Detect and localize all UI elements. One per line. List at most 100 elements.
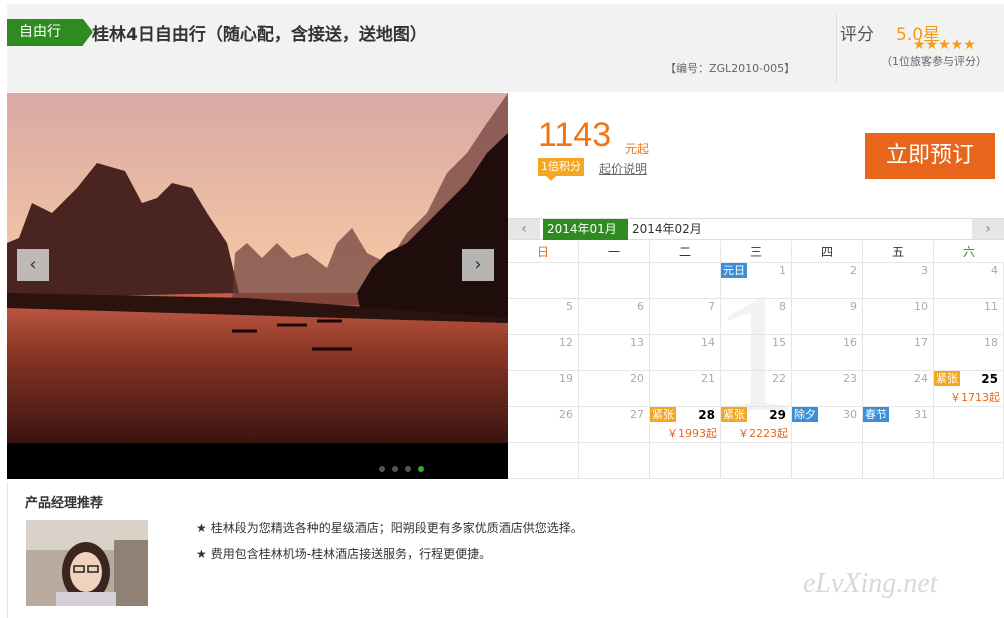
weekday-label: 四 bbox=[792, 241, 863, 263]
rating-box: 评分 5.0星 ★★★★★ （1位旅客参与评分） bbox=[836, 14, 1004, 84]
site-watermark: eLvXing.net bbox=[803, 568, 938, 599]
gallery-pagination bbox=[379, 457, 431, 476]
calendar-prev-button[interactable]: ‹ bbox=[508, 219, 540, 239]
calendar-day-empty bbox=[650, 263, 721, 299]
day-number: 7 bbox=[708, 300, 715, 313]
photo-gallery[interactable]: ‹ › bbox=[7, 93, 508, 479]
holiday-tag: 春节 bbox=[863, 407, 889, 422]
day-number: 8 bbox=[779, 300, 786, 313]
calendar-day: 12 bbox=[508, 335, 579, 371]
day-number: 14 bbox=[701, 336, 715, 349]
price-unit: 元起 bbox=[625, 142, 650, 156]
gallery-next-button[interactable]: › bbox=[462, 249, 494, 281]
calendar-day: 16 bbox=[792, 335, 863, 371]
calendar-month-tab[interactable]: 2014年02月 bbox=[628, 219, 706, 240]
calendar-day-empty bbox=[508, 443, 579, 479]
gallery-dot[interactable] bbox=[392, 466, 398, 472]
price-explain-link[interactable]: 起价说明 bbox=[599, 160, 647, 177]
holiday-tag: 元日 bbox=[721, 263, 747, 278]
day-number: 29 bbox=[769, 408, 786, 422]
day-number: 2 bbox=[850, 264, 857, 277]
day-number: 27 bbox=[630, 408, 644, 421]
manager-avatar bbox=[26, 520, 148, 606]
recommend-points: ★ 桂林段为您精选各种的星级酒店；阳朔段更有多家优质酒店供您选择。 ★ 费用包含桂林… bbox=[196, 519, 583, 571]
manager-recommend-section: 产品经理推荐 ★ 桂林段为您精选各种的星级酒店；阳朔段更有多家优质酒店供您选择。 … bbox=[7, 482, 1004, 618]
list-item: ★ 费用包含桂林机场-桂林酒店接送服务，行程更便捷。 bbox=[196, 545, 583, 562]
day-number: 10 bbox=[914, 300, 928, 313]
day-number: 16 bbox=[843, 336, 857, 349]
calendar-day-empty bbox=[579, 443, 650, 479]
weekday-label: 三 bbox=[721, 241, 792, 263]
product-title: 桂林4日自由行（随心配，含接送，送地图） bbox=[92, 25, 427, 45]
day-number: 3 bbox=[921, 264, 928, 277]
weekday-label: 一 bbox=[579, 241, 650, 263]
rating-count: （1位旅客参与评分） bbox=[881, 55, 987, 68]
calendar-day-available[interactable]: 紧张 25 ￥1713起 bbox=[934, 371, 1004, 407]
star-bullet-icon: ★ bbox=[196, 547, 207, 561]
day-number: 1 bbox=[779, 264, 786, 277]
day-number: 25 bbox=[981, 372, 998, 386]
calendar-day: 8 bbox=[721, 299, 792, 335]
calendar-day-empty bbox=[863, 443, 934, 479]
calendar-month-tab-active[interactable]: 2014年01月 bbox=[543, 219, 628, 240]
gallery-dot[interactable] bbox=[379, 466, 385, 472]
calendar-day: 3 bbox=[863, 263, 934, 299]
calendar-day: 19 bbox=[508, 371, 579, 407]
gallery-prev-button[interactable]: ‹ bbox=[17, 249, 49, 281]
rating-label: 评分 bbox=[840, 25, 874, 45]
calendar-day: 15 bbox=[721, 335, 792, 371]
calendar-day: 14 bbox=[650, 335, 721, 371]
calendar-day-empty bbox=[792, 443, 863, 479]
calendar-day: 4 bbox=[934, 263, 1004, 299]
calendar-day: 元日 1 bbox=[721, 263, 792, 299]
day-number: 17 bbox=[914, 336, 928, 349]
recommend-text: 费用包含桂林机场-桂林酒店接送服务，行程更便捷。 bbox=[210, 547, 492, 561]
day-number: 20 bbox=[630, 372, 644, 385]
weekday-label: 日 bbox=[508, 241, 579, 263]
calendar-day-empty bbox=[579, 263, 650, 299]
availability-tag: 紧张 bbox=[721, 407, 747, 422]
rating-stars-icon: ★★★★★ bbox=[913, 37, 976, 53]
calendar-day: 20 bbox=[579, 371, 650, 407]
availability-tag: 紧张 bbox=[650, 407, 676, 422]
calendar-grid: 元日 1 2 3 4 5 6 7 8 9 10 11 12 13 14 15 1… bbox=[508, 263, 1004, 479]
calendar-day: 6 bbox=[579, 299, 650, 335]
star-bullet-icon: ★ bbox=[196, 521, 207, 535]
calendar-day-available[interactable]: 紧张 28 ￥1993起 bbox=[650, 407, 721, 443]
product-code: 【编号：ZGL2010-005】 bbox=[665, 62, 796, 75]
day-number: 31 bbox=[914, 408, 928, 421]
calendar-next-button[interactable]: › bbox=[972, 219, 1004, 239]
avatar-photo bbox=[26, 520, 148, 606]
calendar-day-available[interactable]: 紧张 29 ￥2223起 bbox=[721, 407, 792, 443]
day-number: 6 bbox=[637, 300, 644, 313]
day-price: ￥1713起 bbox=[950, 391, 1000, 404]
calendar-day: 17 bbox=[863, 335, 934, 371]
points-badge: 1倍积分 bbox=[538, 158, 584, 181]
list-item: ★ 桂林段为您精选各种的星级酒店；阳朔段更有多家优质酒店供您选择。 bbox=[196, 519, 583, 536]
day-number: 9 bbox=[850, 300, 857, 313]
day-number: 28 bbox=[698, 408, 715, 422]
day-price: ￥2223起 bbox=[738, 427, 788, 440]
calendar-day-empty bbox=[721, 443, 792, 479]
calendar-day-empty bbox=[934, 407, 1004, 443]
day-number: 21 bbox=[701, 372, 715, 385]
book-now-button[interactable]: 立即预订 bbox=[865, 133, 995, 179]
calendar-day: 11 bbox=[934, 299, 1004, 335]
recommend-text: 桂林段为您精选各种的星级酒店；阳朔段更有多家优质酒店供您选择。 bbox=[210, 521, 583, 535]
calendar-weekday-header: 日 一 二 三 四 五 六 bbox=[508, 241, 1004, 263]
day-number: 19 bbox=[559, 372, 573, 385]
day-number: 12 bbox=[559, 336, 573, 349]
day-price: ￥1993起 bbox=[667, 427, 717, 440]
calendar-day: 21 bbox=[650, 371, 721, 407]
weekday-label: 二 bbox=[650, 241, 721, 263]
gallery-dot-active[interactable] bbox=[418, 466, 424, 472]
calendar-day: 9 bbox=[792, 299, 863, 335]
weekday-label: 六 bbox=[934, 241, 1004, 263]
calendar-day: 10 bbox=[863, 299, 934, 335]
calendar-nav: ‹ 2014年01月 2014年02月 › bbox=[508, 218, 1004, 240]
calendar-day: 27 bbox=[579, 407, 650, 443]
gallery-photo bbox=[7, 93, 508, 479]
gallery-dot[interactable] bbox=[405, 466, 411, 472]
calendar-day: 23 bbox=[792, 371, 863, 407]
calendar-day: 22 bbox=[721, 371, 792, 407]
